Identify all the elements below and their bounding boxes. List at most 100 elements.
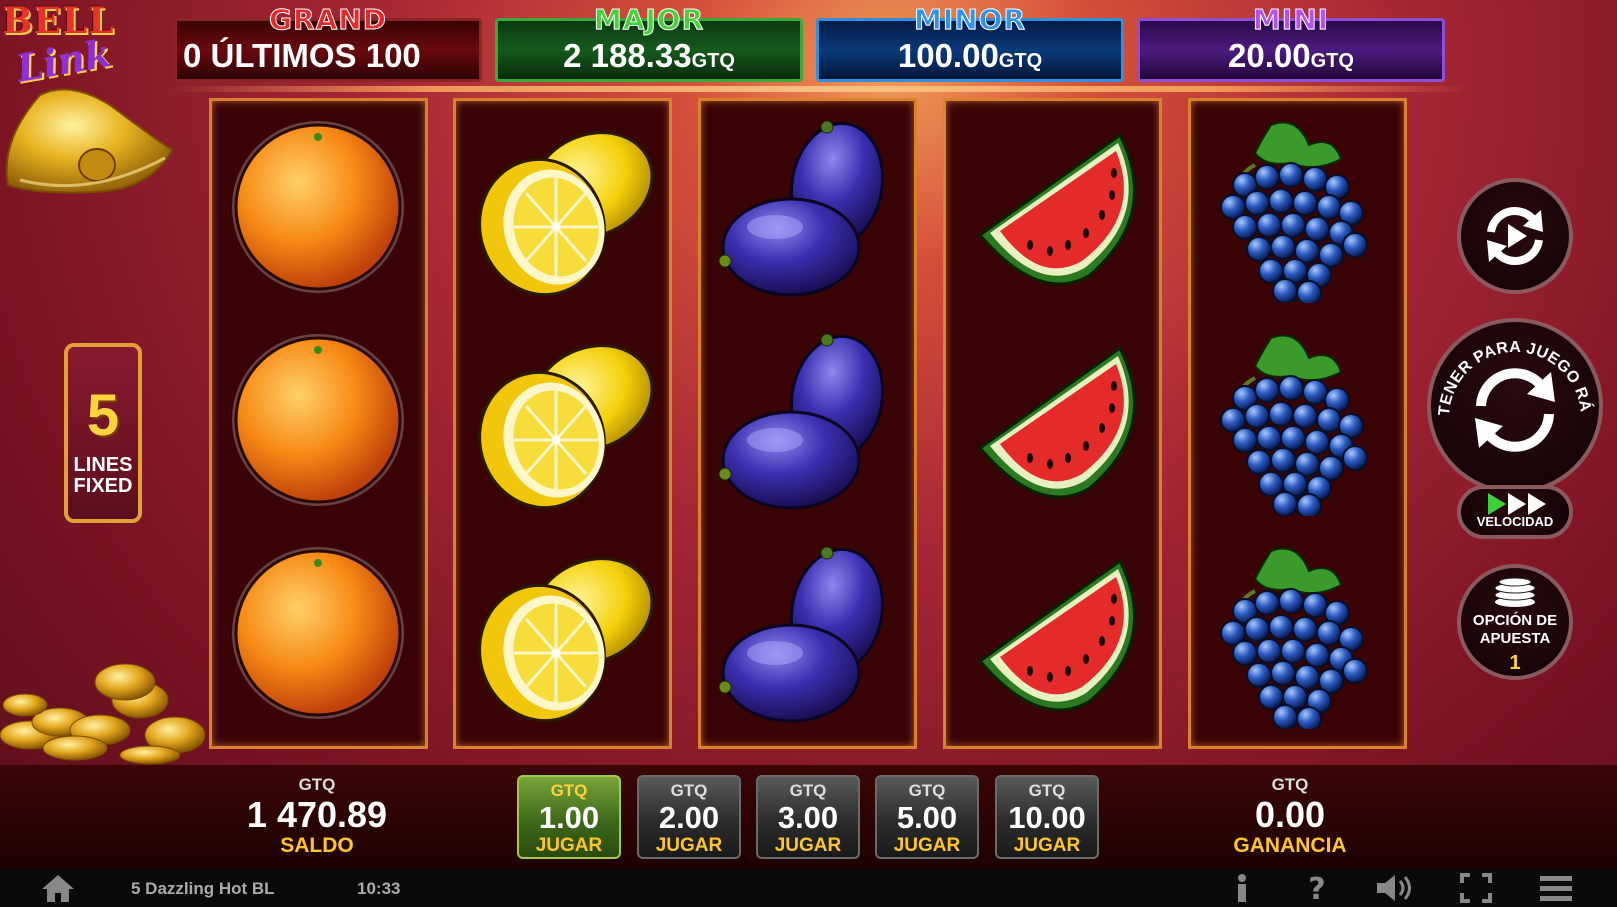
status-bar: 5 Dazzling Hot BL 10:33 ? bbox=[0, 869, 1617, 907]
reel-cell bbox=[1191, 314, 1404, 529]
jackpot-major-value: 2 188.33GTQ bbox=[504, 37, 794, 75]
bet-button-2[interactable]: GTQ 2.00 JUGAR bbox=[637, 775, 741, 859]
game-screen: BELL Link GRAND 0 ÚLTIMOS 100 MAJOR 2 18… bbox=[0, 0, 1617, 907]
reel-1 bbox=[209, 98, 428, 749]
bet-option-button[interactable]: OPCIÓN DE APUESTA 1 bbox=[1457, 564, 1573, 680]
spin-icon: MANTENER PARA JUEGO RÁPIDO bbox=[1431, 322, 1595, 452]
bet-currency: GTQ bbox=[789, 781, 827, 800]
bet-value: 1.00 bbox=[538, 800, 600, 835]
sound-icon[interactable] bbox=[1375, 873, 1415, 903]
lemon-icon bbox=[478, 131, 654, 297]
reel-cell bbox=[701, 101, 914, 316]
jackpot-minor-amount: 100.00 bbox=[897, 37, 999, 74]
bet-button-3[interactable]: GTQ 3.00 JUGAR bbox=[756, 775, 860, 859]
orange-icon bbox=[232, 334, 404, 506]
speed-button[interactable]: VELOCIDAD bbox=[1457, 485, 1573, 539]
bet-play-label: JUGAR bbox=[655, 835, 723, 856]
clock-time: 10:33 bbox=[357, 879, 401, 898]
orange-icon bbox=[232, 547, 404, 719]
bell-link-logo: BELL Link bbox=[0, 0, 175, 210]
bet-play-label: JUGAR bbox=[774, 835, 842, 856]
jackpot-grand: GRAND 0 ÚLTIMOS 100 bbox=[174, 3, 482, 82]
svg-text:?: ? bbox=[1308, 873, 1325, 903]
jackpot-minor-currency: GTQ bbox=[998, 50, 1043, 72]
golden-bell-icon bbox=[5, 88, 174, 194]
jackpot-mini-title: MINI bbox=[1252, 3, 1330, 37]
jackpot-grand-value: 0 ÚLTIMOS 100 bbox=[183, 37, 473, 75]
bet-value: 10.00 bbox=[1008, 800, 1086, 835]
jackpot-mini: MINI 20.00GTQ bbox=[1137, 3, 1445, 82]
plum-icon bbox=[718, 333, 885, 510]
reel-cell bbox=[1191, 101, 1404, 316]
autoplay-icon bbox=[1487, 206, 1543, 266]
plum-icon bbox=[718, 120, 885, 297]
bet-value: 3.00 bbox=[777, 800, 839, 835]
win-amount: 0.00 bbox=[1254, 794, 1326, 835]
win-display: GTQ 0.00 GANANCIA bbox=[1210, 775, 1370, 857]
balance-amount: 1 470.89 bbox=[246, 794, 388, 835]
reel-cell bbox=[456, 527, 669, 742]
menu-icon[interactable] bbox=[1538, 873, 1574, 903]
reel-2 bbox=[453, 98, 672, 749]
jackpot-major-amount: 2 188.33 bbox=[563, 37, 692, 74]
plum-icon bbox=[718, 546, 885, 723]
bet-currency: GTQ bbox=[550, 781, 588, 800]
bet-option-value: 1 bbox=[1509, 652, 1521, 674]
win-currency: GTQ bbox=[1271, 775, 1309, 794]
watermelon-icon bbox=[977, 558, 1136, 712]
lines-label: LINES bbox=[73, 454, 133, 476]
autoplay-button[interactable] bbox=[1457, 178, 1573, 294]
bet-button-5[interactable]: GTQ 10.00 JUGAR bbox=[995, 775, 1099, 859]
jackpot-mini-value: 20.00GTQ bbox=[1146, 37, 1436, 75]
balance-currency: GTQ bbox=[298, 775, 336, 794]
fast-forward-icon bbox=[1488, 493, 1546, 515]
reel-cell bbox=[701, 314, 914, 529]
lemon-icon bbox=[478, 557, 654, 723]
reel-cell bbox=[212, 101, 425, 316]
bet-currency: GTQ bbox=[908, 781, 946, 800]
reel-cell bbox=[212, 314, 425, 529]
grapes-icon bbox=[1220, 121, 1368, 303]
reel-cell bbox=[456, 101, 669, 316]
jackpot-major-currency: GTQ bbox=[691, 50, 735, 72]
bet-button-1[interactable]: GTQ 1.00 JUGAR bbox=[517, 775, 621, 859]
spin-button[interactable]: MANTENER PARA JUEGO RÁPIDO bbox=[1427, 318, 1603, 494]
bet-option-label: OPCIÓN DE APUESTA bbox=[1461, 612, 1569, 648]
jackpot-glow-line bbox=[170, 86, 1470, 92]
grapes-icon bbox=[1220, 334, 1368, 516]
home-icon[interactable] bbox=[40, 873, 76, 903]
fullscreen-icon[interactable] bbox=[1460, 873, 1492, 903]
coin-stack-icon bbox=[1494, 578, 1536, 607]
win-label: GANANCIA bbox=[1233, 834, 1347, 857]
jackpot-minor-value: 100.00GTQ bbox=[825, 37, 1115, 75]
bet-currency: GTQ bbox=[670, 781, 708, 800]
lines-count: 5 bbox=[86, 383, 120, 448]
reel-cell bbox=[1191, 527, 1404, 742]
reel-cell bbox=[456, 314, 669, 529]
jackpot-major-title: MAJOR bbox=[593, 3, 705, 37]
bottom-panel: GTQ 1 470.89 SALDO GTQ 1.00 JUGAR GTQ 2.… bbox=[0, 765, 1617, 869]
lines-fixed-badge: 5 LINES FIXED bbox=[64, 343, 142, 523]
jackpot-minor: MINOR 100.00GTQ bbox=[816, 3, 1124, 82]
jackpot-grand-title: GRAND bbox=[269, 3, 387, 37]
speed-label: VELOCIDAD bbox=[1476, 514, 1554, 529]
reel-cell bbox=[701, 527, 914, 742]
jackpot-mini-currency: GTQ bbox=[1310, 50, 1354, 72]
orange-icon bbox=[232, 121, 404, 293]
reel-5 bbox=[1188, 98, 1407, 749]
reel-cell bbox=[946, 101, 1159, 316]
watermelon-icon bbox=[977, 345, 1136, 499]
bet-value: 5.00 bbox=[896, 800, 958, 835]
bet-play-label: JUGAR bbox=[1013, 835, 1081, 856]
jackpot-mini-amount: 20.00 bbox=[1228, 37, 1311, 74]
help-icon[interactable]: ? bbox=[1305, 873, 1329, 903]
bet-option-label-line2: APUESTA bbox=[1479, 630, 1551, 647]
jackpot-major: MAJOR 2 188.33GTQ bbox=[495, 3, 803, 82]
reel-3 bbox=[698, 98, 917, 749]
bet-play-label: JUGAR bbox=[535, 835, 603, 856]
game-name: 5 Dazzling Hot BL bbox=[131, 879, 275, 898]
jackpot-minor-title: MINOR bbox=[913, 3, 1027, 37]
bet-currency: GTQ bbox=[1028, 781, 1066, 800]
info-icon[interactable] bbox=[1232, 873, 1252, 903]
bet-button-4[interactable]: GTQ 5.00 JUGAR bbox=[875, 775, 979, 859]
